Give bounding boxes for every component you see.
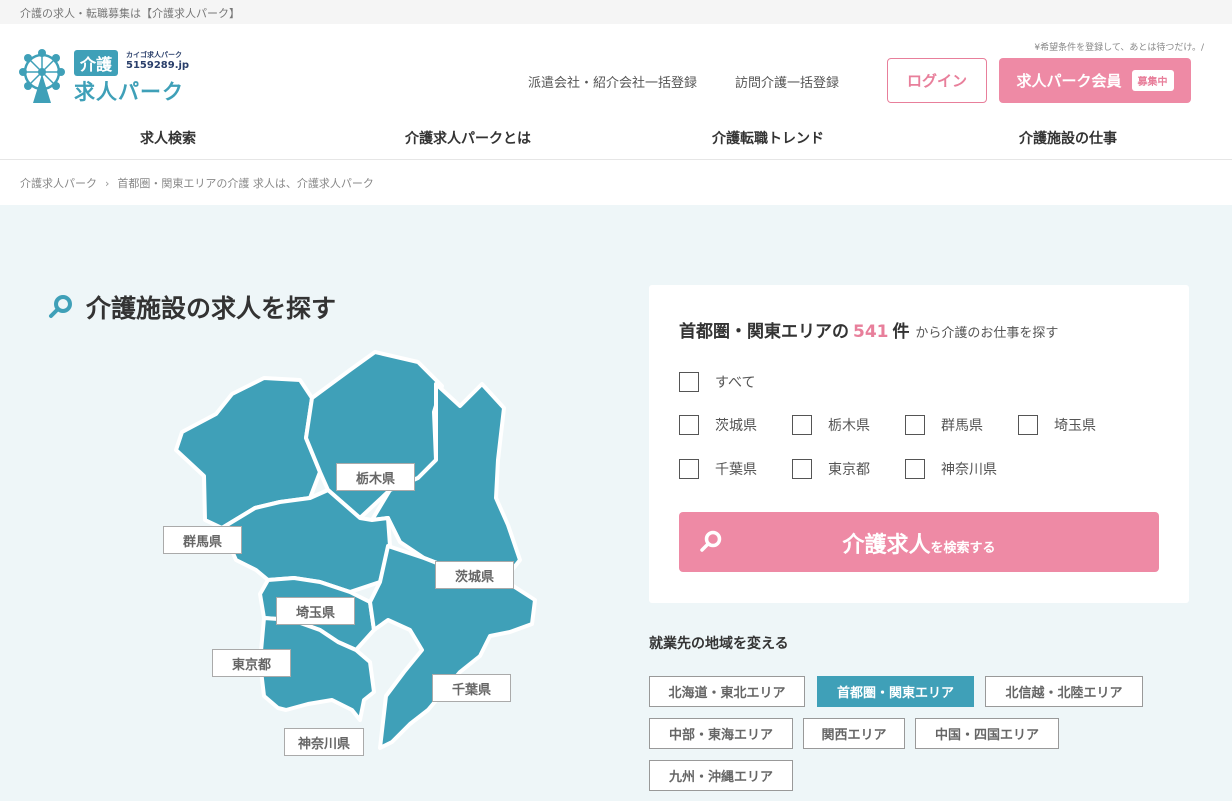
job-count: 541 [853,322,889,342]
checkbox-tochigi-box[interactable] [792,415,812,435]
area-name: 首都圏・関東エリアの [679,322,849,342]
nav-job-search[interactable]: 求人検索 [140,128,196,148]
ferris-wheel-icon [19,49,65,103]
region-hokushinetsu[interactable]: 北信越・北陸エリア [985,676,1143,707]
checkbox-saitama-label: 埼玉県 [1054,418,1096,434]
logo-kana: カイゴ求人パーク [126,51,182,59]
checkbox-chiba-label: 千葉県 [715,462,757,478]
region-hokkaido-tohoku[interactable]: 北海道・東北エリア [649,676,805,707]
logo-name: 求人パーク [74,80,184,104]
checkbox-all[interactable]: すべて [679,372,755,392]
checkbox-kanagawa-box[interactable] [905,459,925,479]
site-header: 介護 カイゴ求人パーク 5159289.jp 求人パーク ¥希望条件を登録して、… [0,24,1232,114]
map-label-tochigi[interactable]: 栃木県 [336,463,415,491]
job-count-unit: 件 [892,322,910,342]
checkbox-saitama[interactable]: 埼玉県 [1018,415,1096,435]
member-button-label: 求人パーク会員 [1016,72,1122,90]
logo-badge: 介護 [74,50,119,76]
breadcrumb-current: 首都圏・関東エリアの介護 求人は、介護求人パーク [117,177,374,190]
checkbox-tokyo-box[interactable] [792,459,812,479]
login-button[interactable]: ログイン [887,58,987,103]
checkbox-all-box[interactable] [679,372,699,392]
logo-number: 5159289.jp [126,60,190,71]
checkbox-ibaraki-label: 茨城県 [715,418,757,434]
header-tagline: ¥希望条件を登録して、あとは待つだけ。/ [1034,43,1204,53]
search-icon [49,295,72,318]
breadcrumb: 介護求人パーク › 首都圏・関東エリアの介護 求人は、介護求人パーク [0,160,1232,205]
nav-trend[interactable]: 介護転職トレンド [712,128,824,148]
map-label-chiba[interactable]: 千葉県 [432,674,511,702]
search-card: 首都圏・関東エリアの 541 件 から介護のお仕事を探す すべて 茨城県 栃木県 群… [649,285,1189,603]
visit-care-register-link[interactable]: 訪問介護一括登録 [735,72,839,91]
search-button-main: 介護求人 [842,533,931,558]
region-chugoku-shikoku[interactable]: 中国・四国エリア [915,718,1059,749]
checkbox-gunma[interactable]: 群馬県 [905,415,983,435]
checkbox-chiba-box[interactable] [679,459,699,479]
search-button-sub: を検索する [930,541,996,556]
search-card-subtext: から介護のお仕事を探す [915,326,1059,341]
search-card-heading: 首都圏・関東エリアの 541 件 から介護のお仕事を探す [679,317,1058,342]
member-register-button[interactable]: 求人パーク会員 募集中 [999,58,1191,103]
checkbox-kanagawa[interactable]: 神奈川県 [905,459,997,479]
login-button-label: ログイン [906,72,967,90]
breadcrumb-home[interactable]: 介護求人パーク [20,177,97,190]
checkbox-gunma-box[interactable] [905,415,925,435]
search-button-text: 介護求人を検索する [679,527,1159,559]
checkbox-tochigi[interactable]: 栃木県 [792,415,870,435]
chevron-right-icon: › [105,177,110,190]
region-kanto[interactable]: 首都圏・関東エリア [817,676,974,707]
nav-about[interactable]: 介護求人パークとは [405,128,531,148]
map-label-ibaraki[interactable]: 茨城県 [435,561,514,589]
region-kansai[interactable]: 関西エリア [803,718,905,749]
region-change-title: 就業先の地域を変える [649,636,789,652]
checkbox-kanagawa-label: 神奈川県 [941,462,997,478]
map-label-saitama[interactable]: 埼玉県 [276,597,355,625]
kanto-map: 栃木県 群馬県 茨城県 埼玉県 東京都 千葉県 神奈川県 [160,350,540,756]
section-title: 介護施設の求人を探す [48,289,336,325]
checkbox-chiba[interactable]: 千葉県 [679,459,757,479]
checkbox-tokyo-label: 東京都 [828,462,870,478]
checkbox-tochigi-label: 栃木県 [828,418,870,434]
site-tagline-bar: 介護の求人・転職募集は【介護求人パーク】 [0,0,1232,24]
site-logo[interactable]: 介護 カイゴ求人パーク 5159289.jp 求人パーク [18,48,190,106]
checkbox-ibaraki-box[interactable] [679,415,699,435]
checkbox-gunma-label: 群馬県 [941,418,983,434]
recruiting-badge: 募集中 [1131,70,1174,91]
checkbox-tokyo[interactable]: 東京都 [792,459,870,479]
dispatch-register-link[interactable]: 派遣会社・紹介会社一括登録 [528,72,697,91]
map-label-kanagawa[interactable]: 神奈川県 [284,728,364,756]
checkbox-saitama-box[interactable] [1018,415,1038,435]
region-kyushu-okinawa[interactable]: 九州・沖縄エリア [649,760,793,791]
search-jobs-button[interactable]: 介護求人を検索する [679,512,1159,572]
checkbox-ibaraki[interactable]: 茨城県 [679,415,757,435]
region-chubu-tokai[interactable]: 中部・東海エリア [649,718,793,749]
site-tagline: 介護の求人・転職募集は【介護求人パーク】 [20,7,240,20]
map-label-tokyo[interactable]: 東京都 [212,649,291,677]
map-label-gunma[interactable]: 群馬県 [163,526,242,554]
global-nav: 求人検索 介護求人パークとは 介護転職トレンド 介護施設の仕事 [0,114,1232,160]
nav-facility-work[interactable]: 介護施設の仕事 [1019,128,1117,148]
section-title-text: 介護施設の求人を探す [86,294,337,323]
search-area: 介護施設の求人を探す 栃木県 群馬県 茨城県 埼玉県 東京都 千葉県 神奈川県 … [0,205,1232,801]
checkbox-all-label: すべて [715,375,756,391]
